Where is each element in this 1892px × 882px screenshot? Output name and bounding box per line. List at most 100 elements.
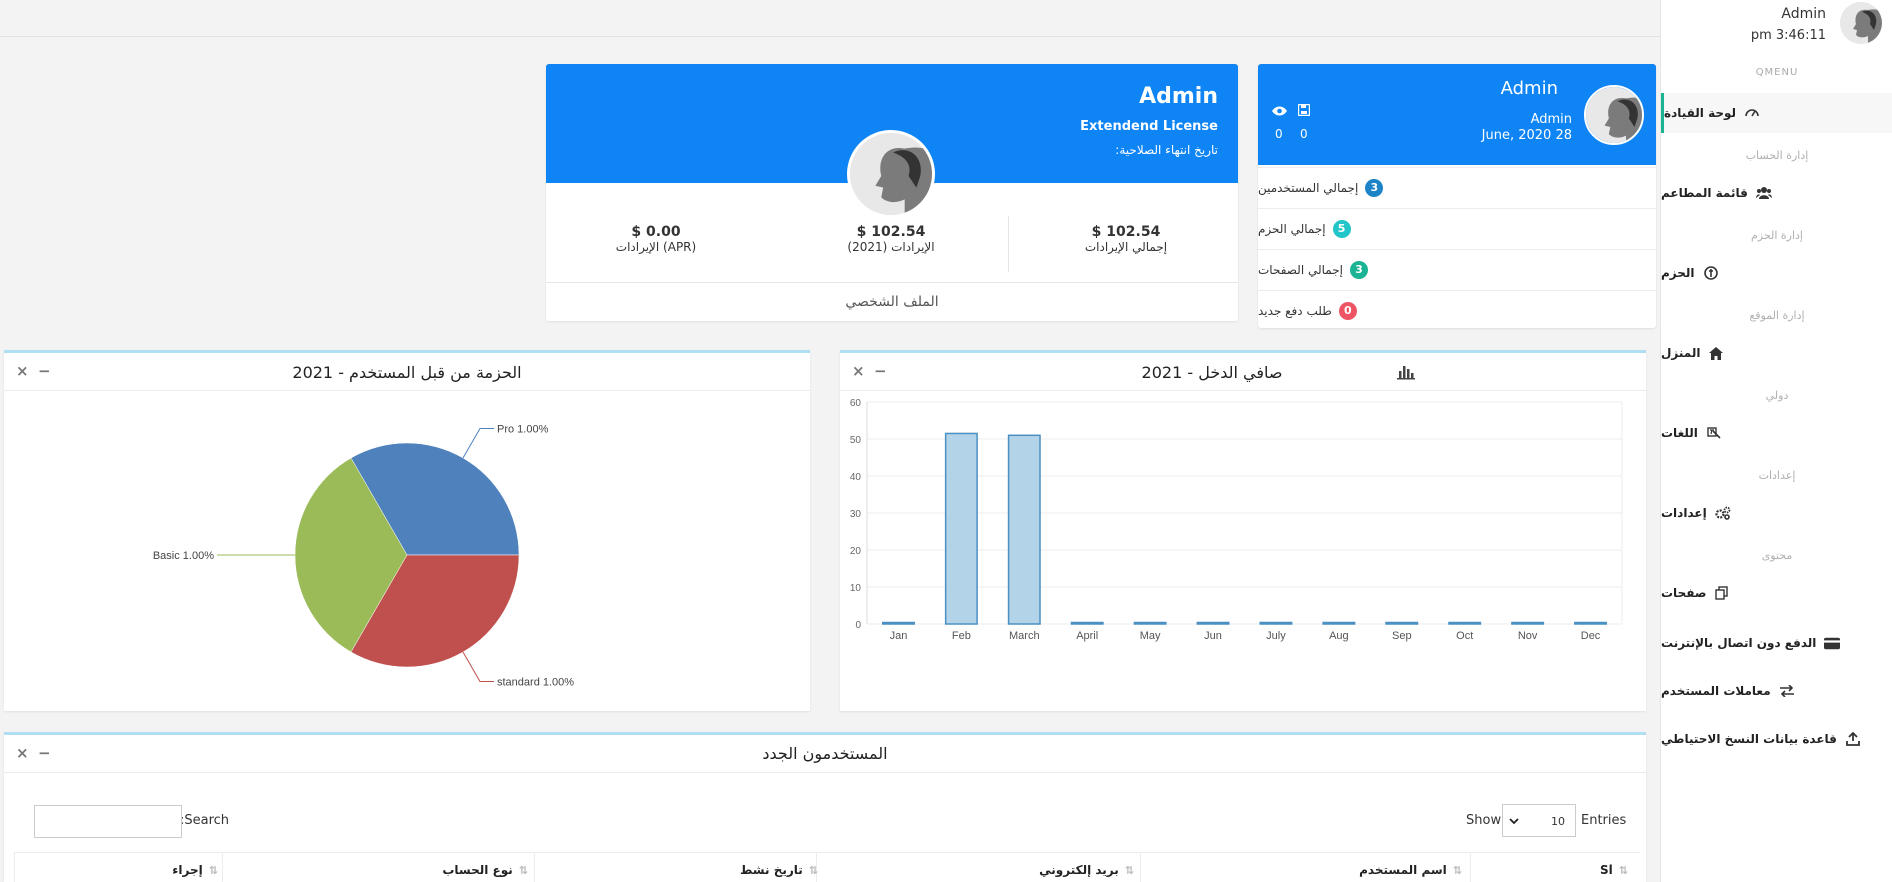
pie-leader-line xyxy=(462,651,494,682)
packages-icon xyxy=(1703,265,1719,281)
credit-card-icon xyxy=(1824,635,1841,651)
bar xyxy=(1574,621,1608,625)
bar xyxy=(1385,621,1419,625)
column-label: Sl xyxy=(1600,863,1613,877)
widget-header: صافي الدخل - 2021 × − xyxy=(840,353,1646,391)
revenue-amount: $ 0.00 xyxy=(631,224,681,240)
header-clock: pm 3:46:11 xyxy=(1750,28,1826,43)
bar xyxy=(1511,621,1545,625)
show-label: Show xyxy=(1466,813,1502,828)
bar xyxy=(1259,621,1293,625)
sidebar-item-label: إعدادات xyxy=(1661,506,1707,520)
stat-new-payment-request[interactable]: 0 طلب دفع جديد xyxy=(1258,290,1656,331)
sidebar-item-label: صفحات xyxy=(1661,586,1707,600)
stat-label: طلب دفع جديد xyxy=(1258,304,1332,318)
nav-section-settings: إعدادات xyxy=(1758,469,1796,482)
sidebar-item-restaurants[interactable]: قائمة المطاعم xyxy=(1661,173,1892,213)
column-header-active-date[interactable]: ⇅ تاريخ نشط xyxy=(739,858,818,882)
sidebar-item-packages[interactable]: الحزم xyxy=(1661,253,1892,293)
divider xyxy=(1140,852,1141,882)
pie-label: Basic 1.00% xyxy=(153,550,214,562)
column-label: تاريخ نشط xyxy=(739,863,803,877)
user-avatar[interactable] xyxy=(1840,2,1882,44)
x-tick-label: Nov xyxy=(1518,630,1538,642)
column-label: إجراء xyxy=(172,863,203,877)
revenue-amount: $ 102.54 xyxy=(856,224,926,240)
nav-section-accounts: إدارة الحساب xyxy=(1745,149,1809,162)
revenue-amount: $ 102.54 xyxy=(1091,224,1161,240)
sidebar-item-label: الدفع دون اتصال بالإنترنت xyxy=(1661,636,1817,650)
sidebar: Admin pm 3:46:11 QMENU لوحة القيادة إدار… xyxy=(1660,0,1892,882)
expiry-label: تاريخ انتهاء الصلاحية: xyxy=(1115,143,1218,157)
column-header-username[interactable]: ⇅ اسم المستخدم xyxy=(1359,858,1462,882)
eye-icon[interactable] xyxy=(1272,105,1287,119)
nav-section-site: إدارة الموقع xyxy=(1749,309,1805,322)
bar xyxy=(1007,434,1041,625)
sidebar-item-pages[interactable]: صفحات xyxy=(1661,573,1892,613)
pie-label: Pro 1.00% xyxy=(497,424,549,436)
sidebar-item-home[interactable]: المنزل xyxy=(1661,333,1892,373)
stat-label: إجمالي الصفحات xyxy=(1258,263,1343,277)
stat-total-users[interactable]: 3 إجمالي المستخدمين xyxy=(1258,167,1656,208)
divider xyxy=(222,852,223,882)
profile-avatar xyxy=(847,130,935,218)
sidebar-item-user-transactions[interactable]: معاملات المستخدم xyxy=(1661,671,1892,711)
column-header-email[interactable]: ⇅ بريد إلكتروني xyxy=(1039,858,1134,882)
x-tick-label: Aug xyxy=(1329,630,1349,642)
chevron-down-icon xyxy=(1509,814,1519,828)
package-by-user-widget: الحزمة من قبل المستخدم - 2021 × − Pro 1.… xyxy=(4,350,810,711)
profile-link[interactable]: الملف الشخصي xyxy=(546,282,1238,321)
column-header-action[interactable]: ⇅ إجراء xyxy=(172,858,218,882)
sidebar-item-label: المنزل xyxy=(1661,346,1701,360)
revenue-year: $ 102.54 الإيرادات (2021) xyxy=(801,224,981,254)
header-user-name[interactable]: Admin xyxy=(1781,6,1826,22)
stat-total-pages[interactable]: 3 إجمالي الصفحات xyxy=(1258,249,1656,290)
users-icon xyxy=(1755,185,1772,201)
sidebar-item-settings[interactable]: إعدادات xyxy=(1661,493,1892,533)
save-disk-icon[interactable] xyxy=(1297,103,1311,119)
stat-total-packages[interactable]: 5 إجمالي الحزم xyxy=(1258,208,1656,249)
y-tick-label: 60 xyxy=(850,398,862,409)
x-tick-label: Jun xyxy=(1204,630,1222,642)
widget-title: المستخدمون الجدد xyxy=(762,744,888,763)
bar xyxy=(1322,621,1356,625)
divider xyxy=(816,852,817,882)
bar-chart-icon[interactable] xyxy=(1396,364,1416,383)
qmenu-label: QMENU xyxy=(1755,67,1799,78)
search-input[interactable] xyxy=(34,805,182,838)
package-pie-chart: Pro 1.00% standard 1.00% Basic 1.00% xyxy=(153,424,574,689)
column-header-account-type[interactable]: ⇅ نوع الحساب xyxy=(442,858,528,882)
entries-value: 10 xyxy=(1551,815,1565,828)
close-icon[interactable]: × xyxy=(852,362,865,380)
y-tick-label: 30 xyxy=(850,509,862,520)
x-tick-label: Jan xyxy=(890,630,908,642)
user-summary-card: Admin Admin June, 2020 28 0 0 3 إجمالي ا… xyxy=(1258,64,1656,328)
sidebar-item-dashboard[interactable]: لوحة القيادة xyxy=(1661,93,1892,133)
sidebar-item-label: اللغات xyxy=(1661,426,1698,440)
sort-icon: ⇅ xyxy=(208,863,218,877)
bar xyxy=(944,432,978,625)
x-tick-label: April xyxy=(1076,630,1098,642)
close-icon[interactable]: × xyxy=(16,362,29,380)
minimize-icon[interactable]: − xyxy=(38,362,51,380)
nav-section-packages: إدارة الحزم xyxy=(1751,229,1803,242)
sort-icon: ⇅ xyxy=(1452,863,1462,877)
y-tick-label: 40 xyxy=(850,472,862,483)
sidebar-item-languages[interactable]: اللغات xyxy=(1661,413,1892,453)
sidebar-item-backup-database[interactable]: قاعدة بيانات النسخ الاحتياطي xyxy=(1661,719,1892,759)
x-tick-label: Feb xyxy=(952,630,971,642)
sidebar-item-offline-payment[interactable]: الدفع دون اتصال بالإنترنت xyxy=(1661,623,1892,663)
minimize-icon[interactable]: − xyxy=(38,744,51,762)
bar xyxy=(1133,621,1167,625)
column-header-sl[interactable]: ⇅ Sl xyxy=(1600,858,1628,882)
column-label: بريد إلكتروني xyxy=(1039,863,1119,877)
close-icon[interactable]: × xyxy=(16,744,29,762)
x-tick-label: March xyxy=(1009,630,1040,642)
status-badge: 5 xyxy=(1332,220,1351,238)
y-tick-label: 20 xyxy=(850,546,862,557)
minimize-icon[interactable]: − xyxy=(874,362,887,380)
entries-select[interactable]: 10 xyxy=(1502,804,1576,837)
search-label: :Search xyxy=(180,813,230,828)
divider xyxy=(1008,216,1009,272)
bar xyxy=(881,621,915,625)
